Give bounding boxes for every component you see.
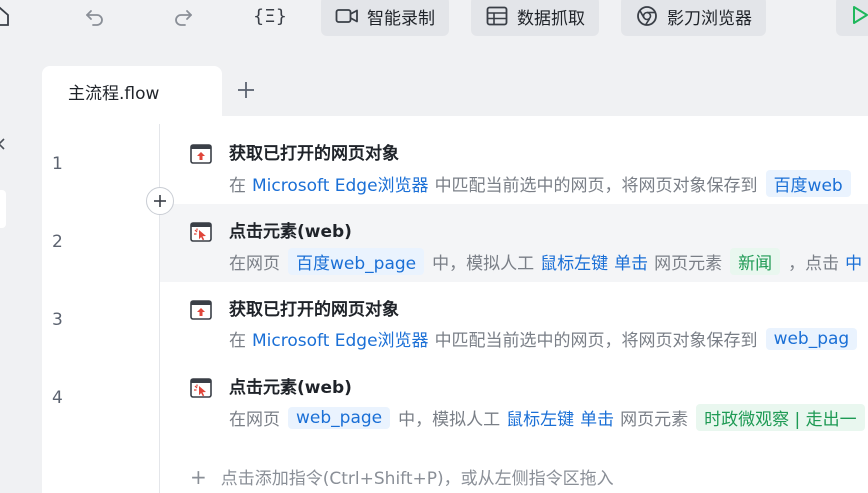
flow-step[interactable]: 获取已打开的网页对象 在 Microsoft Edge浏览器 中匹配当前选中的网… bbox=[160, 126, 868, 204]
browser-icon bbox=[635, 4, 659, 28]
browser-open-icon bbox=[190, 300, 212, 320]
video-camera-icon bbox=[335, 4, 359, 28]
insert-step-button[interactable] bbox=[146, 187, 174, 215]
line-number: 4 bbox=[52, 388, 63, 408]
click-element-icon bbox=[190, 222, 212, 242]
plus-icon bbox=[154, 195, 166, 207]
undo-icon[interactable] bbox=[81, 2, 109, 30]
variable-chip[interactable]: web_pag bbox=[765, 327, 858, 350]
desc-text: 在 bbox=[229, 176, 246, 196]
desc-text: ，点击 bbox=[788, 254, 840, 274]
desc-text: 在网页 bbox=[229, 254, 280, 274]
flow-step[interactable]: 获取已打开的网页对象 在 Microsoft Edge浏览器 中匹配当前选中的网… bbox=[160, 282, 868, 360]
step-title: 点击元素(web) bbox=[229, 378, 352, 398]
add-instruction-label: 点击添加指令(Ctrl+Shift+P)，或从左侧指令区拖入 bbox=[220, 469, 614, 489]
step-title: 获取已打开的网页对象 bbox=[229, 144, 399, 164]
line-number: 2 bbox=[52, 232, 63, 252]
add-instruction-hint[interactable]: + 点击添加指令(Ctrl+Shift+P)，或从左侧指令区拖入 bbox=[190, 464, 614, 490]
element-chip[interactable]: 时政微观察 | 走出一 bbox=[696, 404, 865, 431]
left-panel-selected-item[interactable] bbox=[0, 190, 6, 228]
step-description: 在 Microsoft Edge浏览器 中匹配当前选中的网页，将网页对象保存到 … bbox=[229, 326, 859, 351]
data-scrape-label: 数据抓取 bbox=[517, 8, 585, 29]
desc-link[interactable]: 中 bbox=[845, 249, 862, 274]
step-description: 在网页 web_page 中，模拟人工 鼠标左键 单击 网页元素 时政微观察 |… bbox=[229, 404, 867, 431]
flow-step[interactable]: 点击元素(web) 在网页 百度web_page 中，模拟人工 鼠标左键 单击 … bbox=[160, 204, 868, 282]
table-icon bbox=[485, 4, 509, 28]
desc-text: 网页元素 bbox=[654, 254, 723, 274]
plus-icon: + bbox=[190, 464, 207, 489]
desc-text: 在 bbox=[229, 331, 246, 351]
tab-main-flow[interactable]: 主流程.flow bbox=[42, 66, 222, 116]
variable-chip[interactable]: web_page bbox=[288, 406, 391, 429]
variable-chip[interactable]: 百度web bbox=[765, 170, 851, 197]
element-chip[interactable]: 新闻 bbox=[730, 248, 781, 275]
browser-link[interactable]: Microsoft Edge浏览器 bbox=[252, 326, 429, 351]
click-type-link[interactable]: 单击 bbox=[580, 405, 614, 430]
variable-chip[interactable]: 百度web_page bbox=[288, 248, 425, 275]
desc-text: 中，模拟人工 bbox=[398, 410, 501, 430]
data-scrape-button[interactable]: 数据抓取 bbox=[471, 0, 599, 36]
desc-text: 中匹配当前选中的网页，将网页对象保存到 bbox=[434, 331, 758, 351]
click-element-icon bbox=[190, 378, 212, 398]
smart-record-button[interactable]: 智能录制 bbox=[321, 0, 449, 36]
line-number: 3 bbox=[52, 310, 63, 330]
browser-open-icon bbox=[190, 144, 212, 164]
collapse-panel-icon[interactable] bbox=[0, 136, 6, 155]
mouse-button-link[interactable]: 鼠标左键 bbox=[506, 405, 574, 430]
step-title: 获取已打开的网页对象 bbox=[229, 300, 399, 320]
add-tab-icon[interactable] bbox=[232, 76, 260, 104]
desc-text: 在网页 bbox=[229, 410, 280, 430]
play-icon bbox=[853, 6, 868, 24]
tab-label: 主流程.flow bbox=[68, 83, 160, 104]
line-number: 1 bbox=[52, 154, 63, 174]
browser-button[interactable]: 影刀浏览器 bbox=[621, 0, 766, 36]
browser-link[interactable]: Microsoft Edge浏览器 bbox=[252, 171, 429, 196]
step-description: 在网页 百度web_page 中，模拟人工 鼠标左键 单击 网页元素 新闻 ，点… bbox=[229, 248, 862, 275]
home-icon[interactable] bbox=[0, 2, 14, 30]
step-description: 在 Microsoft Edge浏览器 中匹配当前选中的网页，将网页对象保存到 … bbox=[229, 170, 853, 197]
mouse-button-link[interactable]: 鼠标左键 bbox=[540, 249, 608, 274]
step-title: 点击元素(web) bbox=[229, 222, 352, 242]
top-toolbar: {Ξ} 智能录制 数据抓取 影刀浏览器 bbox=[0, 0, 868, 52]
left-panel-strip bbox=[0, 52, 30, 493]
click-type-link[interactable]: 单击 bbox=[614, 249, 648, 274]
desc-text: 中，模拟人工 bbox=[432, 254, 535, 274]
desc-text: 中匹配当前选中的网页，将网页对象保存到 bbox=[434, 176, 758, 196]
flow-editor: 1 2 3 4 获取已打开的网页对象 在 Microsoft Edge浏览器 中… bbox=[42, 116, 868, 493]
desc-text: 网页元素 bbox=[620, 410, 689, 430]
run-button[interactable] bbox=[836, 0, 868, 36]
variable-icon[interactable]: {Ξ} bbox=[252, 2, 288, 30]
flow-step[interactable]: 点击元素(web) 在网页 web_page 中，模拟人工 鼠标左键 单击 网页… bbox=[160, 360, 868, 438]
smart-record-label: 智能录制 bbox=[367, 8, 435, 29]
redo-icon[interactable] bbox=[169, 2, 197, 30]
browser-label: 影刀浏览器 bbox=[667, 8, 752, 29]
